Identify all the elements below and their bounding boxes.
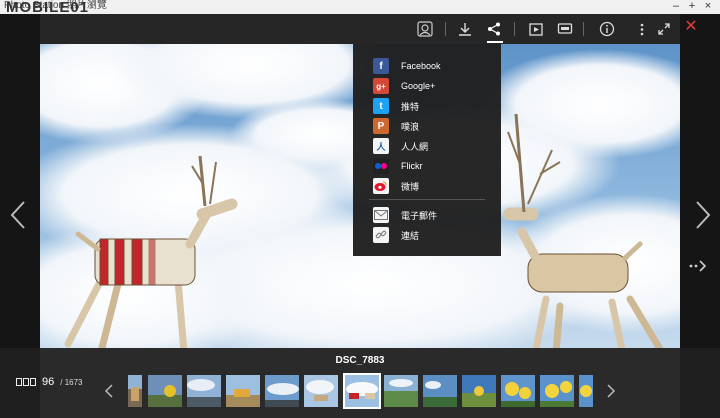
share-item-label: Facebook [401,61,441,71]
share-item-label: Google+ [401,81,436,91]
filmstrip-thumbnail[interactable] [265,375,299,407]
google-plus-icon: g+ [373,78,389,94]
share-item-label: 推特 [401,101,420,112]
filmstrip-next-arrow[interactable] [606,383,616,399]
share-item-label: 微博 [401,181,420,192]
info-icon[interactable] [597,19,617,39]
share-item-label: Flickr [401,161,423,171]
minimize-button[interactable]: – [668,0,684,14]
email-icon [373,207,389,223]
next-photo-arrow[interactable] [693,200,713,230]
filmstrip-thumbnail[interactable] [128,375,142,407]
share-item-label: 電子郵件 [401,210,438,221]
share-item-flickr[interactable]: Flickr [353,156,501,176]
share-menu-divider [369,199,485,200]
renren-icon: 人 [373,138,389,154]
share-active-indicator [487,41,503,43]
filmstrip-thumbnail[interactable] [423,375,457,407]
share-dropdown-menu: f Facebook g+ Google+ t 推特 P 噗浪 人 人人網 Fl… [353,44,501,256]
filmstrip-prev-arrow[interactable] [104,383,114,399]
share-item-plurk[interactable]: P 噗浪 [353,116,501,136]
grid-view-icon[interactable] [16,373,36,391]
share-item-link[interactable]: 連結 [353,225,501,245]
filmstrip-thumbnail[interactable] [462,375,496,407]
filmstrip-thumbnail[interactable] [501,375,535,407]
filmstrip-thumbnail[interactable] [579,375,593,407]
share-item-twitter[interactable]: t 推特 [353,96,501,116]
share-item-label: 人人網 [401,141,429,152]
flickr-icon [373,158,389,174]
facebook-icon: f [373,58,389,74]
link-icon [373,227,389,243]
share-item-google-plus[interactable]: g+ Google+ [353,76,501,96]
current-photo-index: 96 [42,376,55,388]
more-icon[interactable] [632,19,652,39]
filmstrip-thumbnail[interactable] [304,375,338,407]
more-options-arrow[interactable] [688,258,708,274]
filmstrip-thumbnail-selected[interactable] [343,373,381,409]
fullscreen-icon[interactable] [654,19,674,39]
player-icon[interactable] [555,19,575,39]
share-item-label: 連結 [401,230,420,241]
photo-filename: DSC_7883 [335,355,385,366]
slideshow-icon[interactable] [526,19,546,39]
toolbar-divider [514,22,515,36]
plurk-icon: P [373,118,389,134]
weibo-icon [373,178,389,194]
face-tag-icon[interactable] [415,19,435,39]
share-item-weibo[interactable]: 微博 [353,176,501,196]
toolbar-divider [583,22,584,36]
viewer-close-button[interactable]: ✕ [683,18,699,36]
filmstrip-thumbnail[interactable] [384,375,418,407]
filmstrip-thumbnail[interactable] [187,375,221,407]
share-item-renren[interactable]: 人 人人網 [353,136,501,156]
watermark-logo: MOBILE01 [6,0,90,16]
filmstrip-thumbnail[interactable] [226,375,260,407]
share-icon[interactable] [484,19,504,39]
share-item-facebook[interactable]: f Facebook [353,56,501,76]
maximize-button[interactable]: + [684,0,700,14]
share-item-email[interactable]: 電子郵件 [353,205,501,225]
os-title-bar: Photo Station 照片瀏覽 MOBILE01 – + × [0,0,720,16]
twitter-icon: t [373,98,389,114]
download-icon[interactable] [455,19,475,39]
previous-photo-arrow[interactable] [8,200,28,230]
share-item-label: 噗浪 [401,121,420,132]
photo-counter: 96 / 1673 [16,376,83,388]
filmstrip-thumbnail[interactable] [148,375,182,407]
filmstrip-thumbnail[interactable] [540,375,574,407]
toolbar-divider [445,22,446,36]
top-toolbar [40,14,680,44]
window-close-button[interactable]: × [700,0,716,14]
total-photo-count: / 1673 [60,377,83,387]
